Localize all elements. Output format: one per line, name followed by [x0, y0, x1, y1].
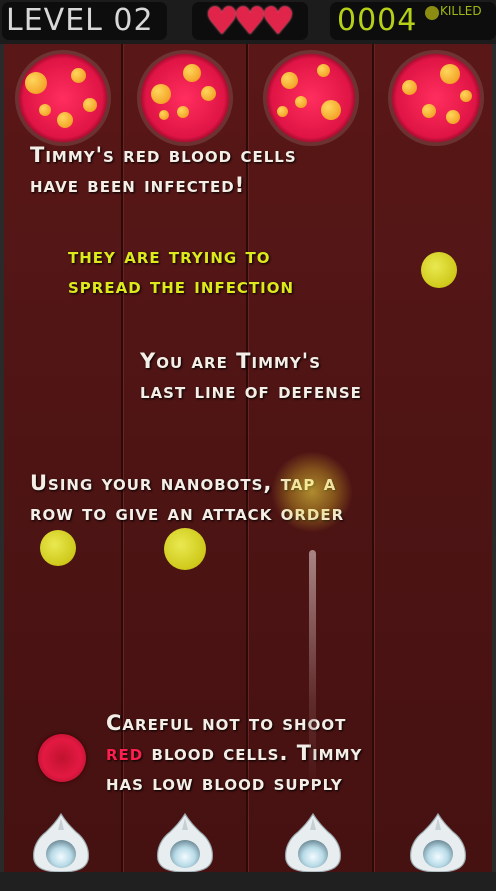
defense-line: You are Timmy's	[140, 349, 322, 373]
nanobot-icon[interactable]	[28, 812, 94, 873]
virus	[164, 528, 206, 570]
red-word: red	[106, 741, 144, 765]
intro-message: Timmy's red blood cells have been infect…	[30, 140, 450, 200]
virus	[421, 252, 457, 288]
defense-line: last line of defense	[140, 379, 362, 403]
spread-message: they are trying to spread the infection	[68, 241, 428, 301]
killed-label: KILLED	[440, 4, 482, 18]
virus-explosion	[272, 452, 352, 532]
infected-cell	[263, 50, 359, 146]
hud: LEVEL 02 ♥ ♥ ♥ 0004 KILLED	[0, 0, 496, 44]
careful-message: Careful not to shoot red blood cells. Ti…	[106, 708, 486, 798]
attack-line: Using your nanobots, tap a	[30, 471, 337, 495]
score-display: 0004 KILLED	[330, 2, 496, 40]
careful-line: Careful not to shoot	[106, 711, 347, 735]
defense-message: You are Timmy's last line of defense	[140, 346, 470, 406]
kill-count: 0004	[337, 3, 418, 38]
nanobot-shot-trail	[309, 550, 316, 800]
careful-line: red blood cells. Timmy	[106, 738, 486, 768]
attack-message: Using your nanobots, tap a row to give a…	[30, 468, 490, 528]
attack-line: row to give an attack order	[30, 501, 345, 525]
nanobot-icon[interactable]	[152, 812, 218, 873]
lives-display: ♥ ♥ ♥	[192, 2, 308, 40]
virus	[40, 530, 76, 566]
spread-line: spread the infection	[68, 274, 295, 298]
infected-cell	[137, 50, 233, 146]
nanobot-icon[interactable]	[280, 812, 346, 873]
red-blood-cell	[38, 734, 86, 782]
careful-line-rest: blood cells. Timmy	[143, 741, 363, 765]
careful-line: has low blood supply	[106, 771, 343, 795]
spread-line: they are trying to	[68, 244, 271, 268]
level-indicator: LEVEL 02	[2, 2, 167, 40]
intro-line: have been infected!	[30, 173, 246, 197]
virus-icon	[425, 6, 439, 20]
nanobot-icon[interactable]	[405, 812, 471, 873]
heart-icon: ♥	[261, 0, 296, 43]
infected-cell	[15, 50, 111, 146]
intro-line: Timmy's red blood cells	[30, 143, 297, 167]
infected-cell	[388, 50, 484, 146]
bottom-bar	[0, 872, 496, 891]
